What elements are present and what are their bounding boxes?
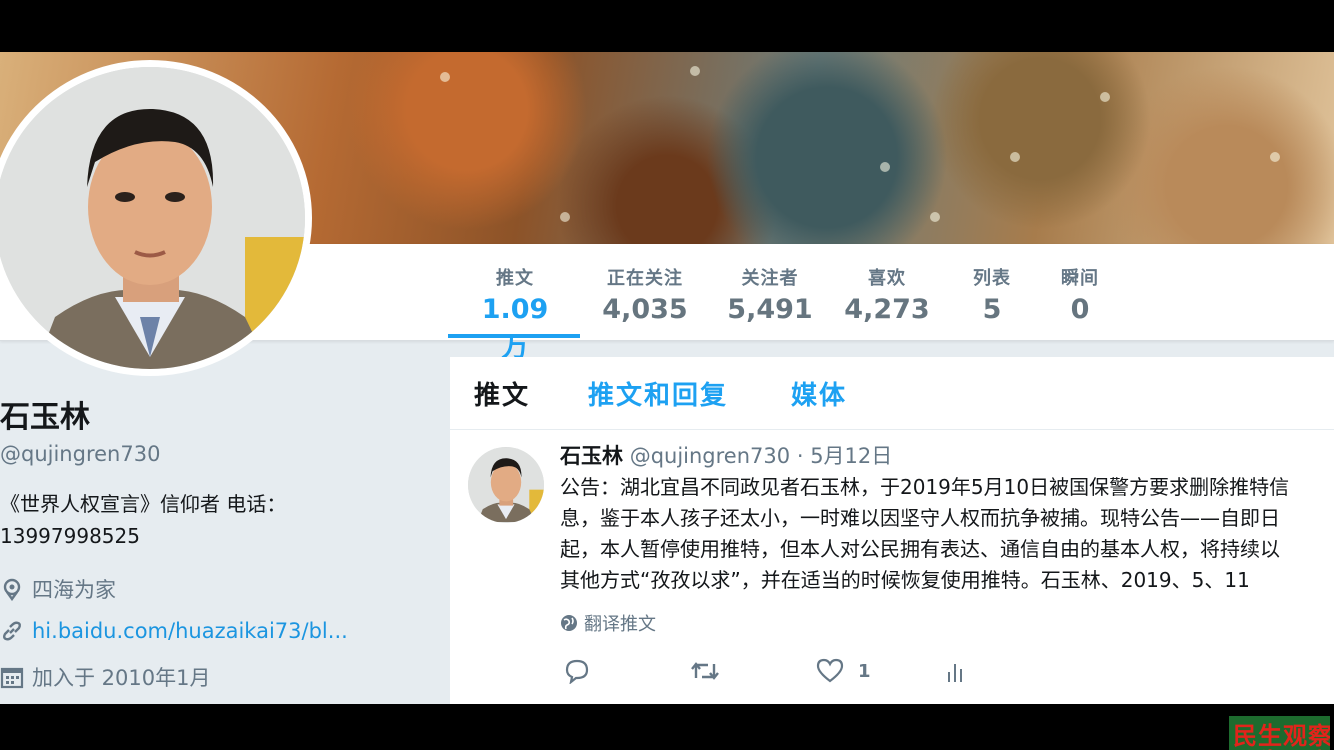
stat-tweets[interactable]: 推文 1.09万 xyxy=(470,264,560,364)
tweet-text-line: 起，本人暂停使用推特，但本人对公民拥有表达、通信自由的基本人权，将持续以 xyxy=(560,537,1280,561)
like-count: 1 xyxy=(858,660,871,682)
tweet-text-line: 公告：湖北宜昌不同政见者石玉林，于2019年5月10日被国保警方要求删除推特信 xyxy=(560,475,1290,499)
stat-label: 喜欢 xyxy=(868,268,906,289)
stat-value: 4,273 xyxy=(844,294,930,325)
reply-icon xyxy=(565,659,589,684)
analytics-icon xyxy=(948,664,962,682)
location-pin-icon xyxy=(3,578,21,601)
stat-following[interactable]: 正在关注 4,035 xyxy=(595,264,695,325)
globe-icon xyxy=(561,615,577,631)
profile-avatar[interactable] xyxy=(0,60,312,376)
analytics-button[interactable] xyxy=(946,658,964,684)
tweet-text-line: 其他方式“孜孜以求”，并在适当的时候恢复使用推特。石玉林、2019、5、11 xyxy=(560,568,1250,592)
profile-website: hi.baidu.com/huazaikai73/bl... xyxy=(0,619,348,643)
stat-lists[interactable]: 列表 5 xyxy=(962,264,1022,325)
stat-value: 1.09万 xyxy=(481,294,549,363)
profile-bio: 《世界人权宣言》信仰者 电话：13997998525 xyxy=(0,492,287,548)
tweet-header: 石玉林 @qujingren730 · 5月12日 xyxy=(560,440,892,470)
stat-value: 4,035 xyxy=(602,294,688,325)
watermark-logo: 民生观察 民生观察 xyxy=(1229,716,1330,750)
website-link[interactable]: hi.baidu.com/huazaikai73/bl... xyxy=(32,619,348,643)
translate-tweet-link[interactable]: 翻译推文 xyxy=(560,610,656,636)
tweet-date[interactable]: 5月12日 xyxy=(810,444,892,468)
stat-followers[interactable]: 关注者 5,491 xyxy=(725,264,815,325)
tweet-text: 公告：湖北宜昌不同政见者石玉林，于2019年5月10日被国保警方要求删除推特信 … xyxy=(560,472,1334,596)
tweet[interactable]: 石玉林 @qujingren730 · 5月12日 公告：湖北宜昌不同政见者石玉… xyxy=(450,430,1334,704)
profile-handle[interactable]: @qujingren730 xyxy=(0,442,160,466)
heart-icon xyxy=(816,658,844,683)
stat-label: 瞬间 xyxy=(1061,268,1099,289)
stat-moments[interactable]: 瞬间 0 xyxy=(1050,264,1110,325)
profile-name[interactable]: 石玉林 xyxy=(0,392,90,436)
translate-label: 翻译推文 xyxy=(584,614,656,635)
watermark-text-cut: 民生观察 xyxy=(1233,742,1330,750)
stat-label: 正在关注 xyxy=(607,268,683,289)
avatar-photo xyxy=(0,67,305,369)
tweet-author-name[interactable]: 石玉林 xyxy=(560,443,623,468)
joined-text: 加入于 2010年1月 xyxy=(32,666,211,690)
link-icon xyxy=(3,621,21,641)
stat-value: 0 xyxy=(1070,294,1090,325)
tweet-text-line: 息，鉴于本人孩子还太小，一时难以因坚守人权而抗争被捕。现特公告——自即日 xyxy=(560,506,1280,530)
retweet-button[interactable] xyxy=(690,658,720,684)
profile-location: 四海为家 xyxy=(0,574,116,604)
stat-likes[interactable]: 喜欢 4,273 xyxy=(842,264,932,325)
timeline-tabs: 推文 推文和回复 媒体 xyxy=(450,357,1334,430)
calendar-icon xyxy=(0,667,24,689)
like-button[interactable]: 1 xyxy=(816,658,871,684)
profile-page: 推文 1.09万 正在关注 4,035 关注者 5,491 喜欢 4,273 列… xyxy=(0,52,1334,704)
location-text: 四海为家 xyxy=(32,578,116,602)
stat-label: 关注者 xyxy=(741,268,799,289)
tweet-avatar[interactable] xyxy=(468,447,544,523)
tab-tweets[interactable]: 推文 xyxy=(474,375,530,412)
avatar-photo xyxy=(468,447,544,523)
timeline: 推文 推文和回复 媒体 石玉林 @qujingren730 · 5月12日 公告… xyxy=(450,357,1334,704)
retweet-icon xyxy=(691,662,719,680)
tweet-author-handle[interactable]: @qujingren730 xyxy=(630,444,790,468)
tab-tweets-and-replies[interactable]: 推文和回复 xyxy=(588,375,728,412)
active-stat-underline xyxy=(448,334,580,338)
stat-value: 5 xyxy=(982,294,1002,325)
tab-media[interactable]: 媒体 xyxy=(791,375,847,412)
tweet-separator: · xyxy=(796,444,804,468)
stat-label: 列表 xyxy=(973,268,1011,289)
tweet-actions: 1 xyxy=(560,658,1060,688)
reply-button[interactable] xyxy=(564,658,590,684)
profile-joined: 加入于 2010年1月 xyxy=(0,662,210,692)
stat-value: 5,491 xyxy=(727,294,813,325)
stat-label: 推文 xyxy=(496,268,534,289)
